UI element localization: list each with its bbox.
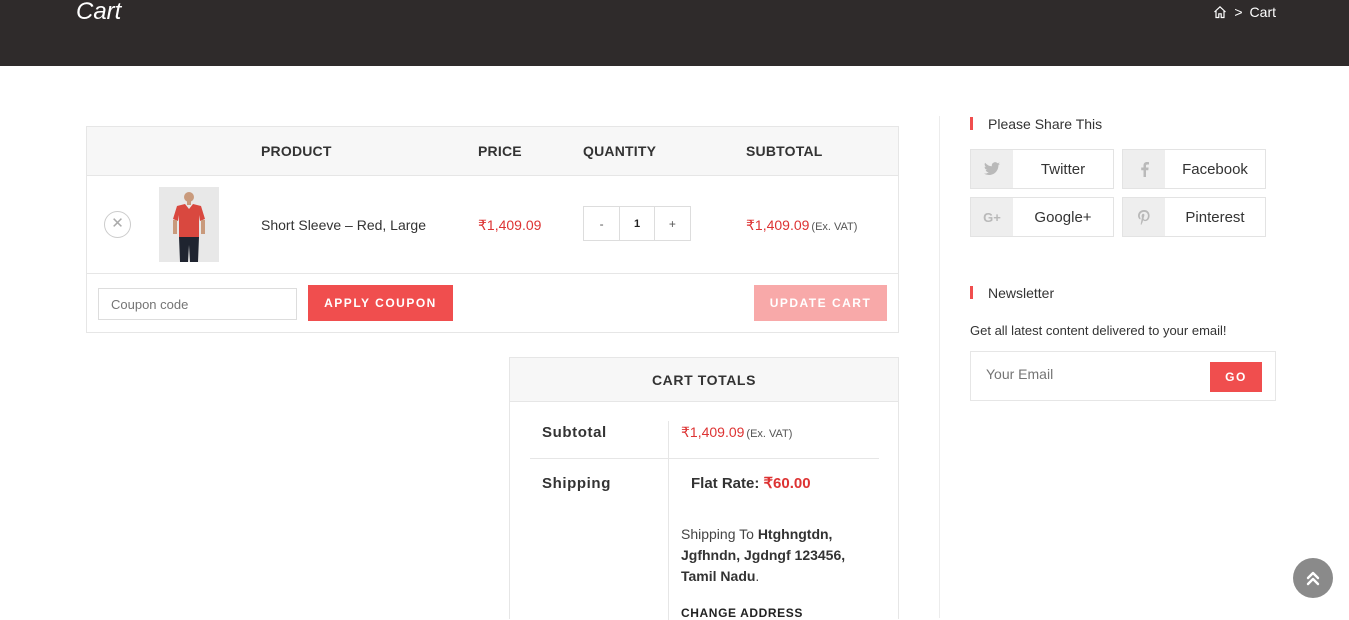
product-price: ₹1,409.09 (478, 217, 542, 233)
newsletter-description: Get all latest content delivered to your… (970, 323, 1227, 338)
quantity-minus-button[interactable]: - (584, 207, 619, 240)
cart-table-header: PRODUCT PRICE QUANTITY SUBTOTAL (87, 127, 898, 176)
shipping-to-prefix: Shipping To (681, 526, 754, 542)
share-google-plus-button[interactable]: G+ Google+ (970, 197, 1114, 237)
share-pinterest-label: Pinterest (1185, 208, 1245, 226)
cart-actions: APPLY COUPON UPDATE CART (87, 274, 898, 332)
cart-table: PRODUCT PRICE QUANTITY SUBTOTAL ✕ Short … (86, 126, 899, 333)
product-subtotal: ₹1,409.09 (Ex. VAT) (746, 217, 857, 234)
update-cart-button[interactable]: UPDATE CART (754, 285, 887, 321)
twitter-icon (971, 150, 1013, 188)
shipping-destination: Shipping To Htghngtdn, Jgfhndn, Jgdngf 1… (681, 524, 871, 587)
facebook-icon (1123, 150, 1165, 188)
share-widget-title: Please Share This (970, 116, 1102, 132)
newsletter-widget-title: Newsletter (970, 285, 1054, 301)
page-header: Cart > Cart (0, 0, 1349, 66)
subtotal-label: Subtotal (542, 424, 607, 441)
column-product: PRODUCT (261, 143, 332, 159)
subtotal-amount: ₹1,409.09 (Ex. VAT) (681, 424, 792, 441)
table-row: ✕ Short Sleeve – Red, Large ₹1,409.09 - … (87, 176, 898, 274)
scroll-to-top-button[interactable] (1293, 558, 1333, 598)
subtotal-note: (Ex. VAT) (746, 428, 793, 440)
flat-rate-label: Flat Rate: (691, 475, 760, 492)
breadcrumb-current: Cart (1249, 4, 1276, 20)
sidebar-divider (939, 116, 940, 618)
apply-coupon-button[interactable]: APPLY COUPON (308, 285, 453, 321)
breadcrumb-separator: > (1234, 4, 1243, 20)
newsletter-email-input[interactable] (986, 366, 1186, 382)
share-twitter-button[interactable]: Twitter (970, 149, 1114, 189)
pinterest-icon (1123, 198, 1165, 236)
quantity-input[interactable]: 1 (619, 207, 655, 240)
totals-divider-vertical (668, 421, 669, 620)
shipping-label: Shipping (542, 475, 611, 492)
flat-rate-value: ₹60.00 (763, 475, 811, 492)
newsletter-form: GO (970, 351, 1276, 401)
share-pinterest-button[interactable]: Pinterest (1122, 197, 1266, 237)
share-google-plus-label: Google+ (1034, 208, 1092, 226)
double-chevron-up-icon (1306, 571, 1320, 586)
page-title: Cart (76, 0, 122, 25)
share-twitter-label: Twitter (1040, 160, 1086, 178)
flat-rate: Flat Rate: ₹60.00 (691, 474, 811, 492)
close-icon[interactable]: ✕ (104, 211, 131, 238)
quantity-plus-button[interactable]: + (655, 207, 690, 240)
shipping-to-suffix: . (755, 568, 760, 584)
subtotal-value: ₹1,409.09 (681, 424, 745, 440)
google-plus-icon: G+ (971, 198, 1013, 236)
column-subtotal: SUBTOTAL (746, 143, 823, 159)
product-subtotal-note: (Ex. VAT) (811, 221, 858, 233)
product-subtotal-value: ₹1,409.09 (746, 217, 810, 233)
product-thumbnail[interactable] (159, 187, 219, 262)
share-facebook-button[interactable]: Facebook (1122, 149, 1266, 189)
column-quantity: QUANTITY (583, 143, 657, 159)
home-icon[interactable] (1213, 5, 1227, 19)
cart-totals-heading: CART TOTALS (510, 358, 898, 402)
breadcrumb: > Cart (1213, 4, 1276, 20)
totals-divider-horizontal (530, 458, 879, 459)
quantity-stepper[interactable]: - 1 + (583, 206, 691, 241)
newsletter-go-button[interactable]: GO (1210, 362, 1262, 392)
cart-totals: CART TOTALS Subtotal ₹1,409.09 (Ex. VAT) … (509, 357, 899, 620)
column-price: PRICE (478, 143, 522, 159)
share-facebook-label: Facebook (1182, 160, 1248, 178)
product-name-link[interactable]: Short Sleeve – Red, Large (261, 217, 426, 233)
coupon-code-input[interactable] (98, 288, 297, 320)
